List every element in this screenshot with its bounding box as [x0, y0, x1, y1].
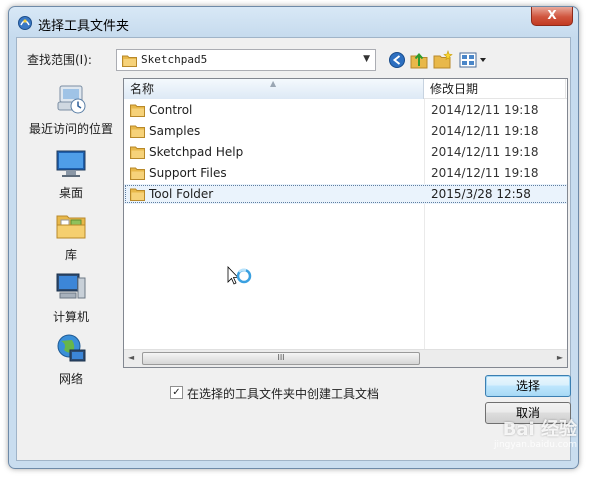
column-header-more[interactable]: i — [566, 79, 567, 99]
place-label: 网络 — [58, 372, 83, 386]
desktop-icon — [56, 150, 86, 177]
busy-cursor-icon — [227, 266, 252, 285]
column-header-date[interactable]: 修改日期 — [424, 79, 566, 99]
back-icon[interactable] — [388, 50, 406, 70]
close-button[interactable]: X — [531, 7, 573, 26]
folder-icon — [130, 146, 145, 159]
item-name: Control — [149, 103, 193, 117]
create-tool-doc-checkbox[interactable]: ✓ — [170, 386, 183, 399]
list-item[interactable]: Control 2014/12/11 19:18 — [124, 100, 567, 120]
network-icon — [57, 334, 86, 362]
item-date: 2014/12/11 19:18 — [431, 166, 539, 180]
file-list[interactable]: 名称 ▲ 修改日期 i Control 2014/12/11 19:18 — [123, 78, 568, 368]
item-name: Sketchpad Help — [149, 145, 244, 159]
sort-up-icon: ▲ — [270, 79, 277, 88]
look-in-label: 查找范围(I): — [27, 53, 92, 67]
folder-icon — [122, 55, 137, 67]
place-desktop[interactable]: 桌面 — [23, 146, 119, 201]
list-item-selected[interactable]: Tool Folder 2015/3/28 12:58 — [124, 184, 567, 204]
folder-icon — [130, 104, 145, 117]
watermark-url: jingyan.baidu.com — [493, 440, 577, 450]
scroll-right-icon[interactable]: ► — [557, 353, 563, 362]
item-date: 2014/12/11 19:18 — [431, 124, 539, 138]
place-computer[interactable]: 计算机 — [23, 270, 119, 325]
recent-places-icon — [57, 85, 86, 114]
chevron-down-icon: ▼ — [363, 54, 370, 64]
item-name: Tool Folder — [149, 187, 214, 201]
place-label: 桌面 — [58, 186, 83, 200]
folder-icon — [130, 167, 145, 180]
item-date: 2015/3/28 12:58 — [431, 187, 531, 201]
dialog-client: 查找范围(I): Sketchpad5 ▼ 最近访问的位置 桌面 库 计算机 网… — [16, 37, 571, 461]
new-folder-icon[interactable] — [433, 50, 453, 70]
folder-icon — [130, 125, 145, 138]
scroll-left-icon[interactable]: ◄ — [128, 353, 134, 362]
place-label: 库 — [64, 248, 77, 262]
list-item[interactable]: Support Files 2014/12/11 19:18 — [124, 163, 567, 183]
window-title: 选择工具文件夹 — [38, 19, 130, 34]
look-in-value: Sketchpad5 — [141, 53, 208, 66]
place-label: 计算机 — [52, 310, 89, 324]
place-label: 最近访问的位置 — [28, 122, 113, 136]
list-item[interactable]: Samples 2014/12/11 19:18 — [124, 121, 567, 141]
title-bar[interactable]: 选择工具文件夹 X — [9, 7, 578, 37]
select-button[interactable]: 选择 — [485, 375, 571, 397]
item-name: Support Files — [149, 166, 227, 180]
place-libraries[interactable]: 库 — [23, 208, 119, 263]
list-header: 名称 ▲ 修改日期 i — [124, 79, 567, 99]
horizontal-scrollbar[interactable]: ◄ III ► — [124, 349, 567, 367]
list-item[interactable]: Sketchpad Help 2014/12/11 19:18 — [124, 142, 567, 162]
create-tool-doc-label[interactable]: 在选择的工具文件夹中创建工具文档 — [187, 385, 379, 402]
item-name: Samples — [149, 124, 201, 138]
watermark: Bai 经验 — [502, 419, 577, 440]
folder-icon — [130, 188, 145, 201]
item-date: 2014/12/11 19:18 — [431, 145, 539, 159]
computer-icon — [56, 273, 86, 299]
item-date: 2014/12/11 19:18 — [431, 103, 539, 117]
up-folder-icon[interactable] — [410, 50, 428, 70]
app-icon — [18, 16, 32, 30]
place-recent[interactable]: 最近访问的位置 — [23, 82, 119, 137]
view-menu-icon[interactable] — [459, 50, 491, 70]
place-network[interactable]: 网络 — [23, 332, 119, 387]
scroll-thumb[interactable]: III — [142, 352, 420, 365]
libraries-icon — [56, 215, 86, 239]
look-in-dropdown[interactable]: Sketchpad5 ▼ — [116, 49, 376, 71]
dialog-window: 选择工具文件夹 X 查找范围(I): Sketchpad5 ▼ 最近访问的位置 … — [8, 6, 579, 469]
places-bar: 最近访问的位置 桌面 库 计算机 网络 — [23, 78, 119, 434]
